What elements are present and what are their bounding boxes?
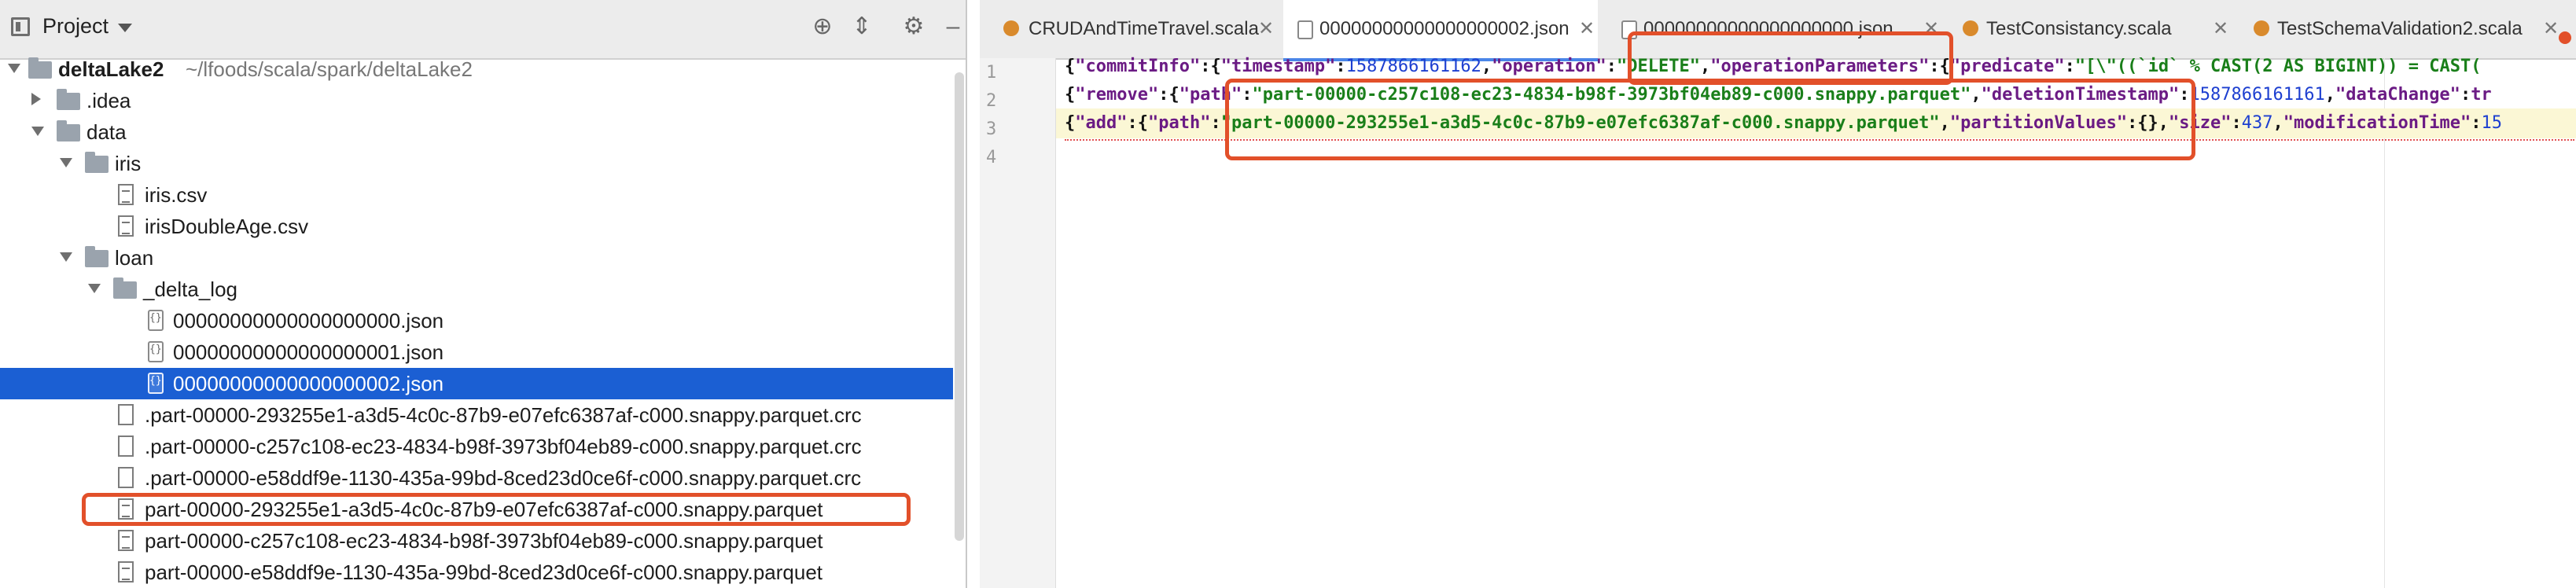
folder-icon [28, 57, 52, 79]
tree-item-label: irisDoubleAge.csv [145, 215, 309, 238]
tree-item-label: part-00000-c257c108-ec23-4834-b98f-3973b… [145, 529, 823, 553]
tree-item-crc-3[interactable]: .part-00000-e58ddf9e-1130-435a-99bd-8ced… [0, 462, 953, 494]
hide-panel-icon[interactable]: – [940, 14, 966, 39]
tree-item-label: .idea [86, 89, 131, 112]
json-file-icon [148, 341, 164, 362]
scala-file-icon [1003, 20, 1019, 36]
tree-item-label: 00000000000000000002.json [173, 372, 444, 395]
tree-item-label: part-00000-e58ddf9e-1130-435a-99bd-8ced2… [145, 560, 823, 584]
tree-item-data[interactable]: data [0, 116, 953, 148]
line-number: 1 [986, 63, 997, 83]
project-panel: Project ⊕ ⇕ ⚙ – deltaLake2 ~/lfoods/scal… [0, 0, 967, 588]
tree-item-iris-csv[interactable]: iris.csv [0, 179, 953, 211]
project-panel-title[interactable]: Project [42, 14, 109, 39]
chevron-down-icon[interactable] [88, 284, 101, 293]
tree-item-irisdoubleage-csv[interactable]: irisDoubleAge.csv [0, 211, 953, 242]
text-file-icon [118, 561, 134, 582]
tab-label: CRUDAndTimeTravel.scala [1029, 18, 1259, 39]
tree-item-label: iris.csv [145, 183, 208, 207]
collapse-all-icon[interactable]: ⇕ [849, 14, 874, 39]
file-icon [118, 435, 134, 457]
tree-item-label: data [86, 120, 127, 144]
close-icon[interactable]: ✕ [2213, 0, 2228, 58]
scala-file-icon [2254, 20, 2269, 36]
text-file-icon [118, 530, 134, 551]
locate-target-icon[interactable]: ⊕ [810, 14, 835, 39]
json-file-icon [148, 373, 164, 394]
tree-item-crc-1[interactable]: .part-00000-293255e1-a3d5-4c0c-87b9-e07e… [0, 399, 953, 431]
gear-icon[interactable]: ⚙ [901, 14, 926, 39]
tree-item-label: .part-00000-c257c108-ec23-4834-b98f-3973… [145, 435, 862, 458]
tree-item-parquet-2[interactable]: part-00000-c257c108-ec23-4834-b98f-3973b… [0, 525, 953, 557]
close-icon[interactable]: ✕ [1579, 0, 1595, 58]
warning-indicator-icon[interactable] [2559, 31, 2571, 44]
folder-icon [85, 152, 109, 173]
tree-item-json-1[interactable]: 00000000000000000001.json [0, 336, 953, 368]
tree-item-label: deltaLake2 [58, 57, 164, 81]
text-file-icon [118, 184, 134, 205]
json-file-icon [148, 310, 164, 331]
chevron-down-icon[interactable] [118, 24, 132, 32]
tree-item-idea[interactable]: .idea [0, 85, 953, 116]
close-icon[interactable]: ✕ [2543, 0, 2559, 58]
tree-item-parquet-3[interactable]: part-00000-e58ddf9e-1130-435a-99bd-8ced2… [0, 557, 953, 588]
highlight-box-add-path [1225, 79, 2195, 160]
project-scrollbar[interactable] [955, 72, 964, 541]
tree-item-loan[interactable]: loan [0, 242, 953, 274]
chevron-right-icon[interactable] [31, 93, 41, 105]
chevron-down-icon[interactable] [60, 252, 72, 262]
file-icon [118, 467, 134, 488]
tab-label: 00000000000000000002.json [1319, 18, 1570, 39]
tree-item-delta-log[interactable]: _delta_log [0, 274, 953, 305]
tab-label: TestSchemaValidation2.scala [2277, 18, 2523, 39]
tab-test-consistancy[interactable]: TestConsistancy.scala ✕ [1955, 0, 2238, 58]
line-number: 2 [986, 91, 997, 111]
close-icon[interactable]: ✕ [1258, 0, 1274, 58]
highlight-box-parquet [82, 493, 911, 526]
chevron-down-icon[interactable] [31, 127, 44, 136]
tab-label: TestConsistancy.scala [1986, 18, 2172, 39]
project-panel-header: Project ⊕ ⇕ ⚙ – [0, 0, 966, 60]
folder-icon [113, 277, 137, 299]
tree-item-iris[interactable]: iris [0, 148, 953, 179]
tree-item-deltalake2[interactable]: deltaLake2 ~/lfoods/scala/spark/deltaLak… [0, 53, 953, 85]
tab-test-schema-validation2[interactable]: TestSchemaValidation2.scala ✕ [2238, 0, 2568, 58]
folder-icon [85, 246, 109, 267]
line-number: 3 [986, 119, 997, 139]
tree-item-json-0[interactable]: 00000000000000000000.json [0, 305, 953, 336]
tree-item-json-2-selected[interactable]: 00000000000000000002.json [0, 368, 953, 399]
editor-area: CRUDAndTimeTravel.scala ✕ 00000000000000… [980, 0, 2576, 588]
line-number: 4 [986, 148, 997, 167]
tree-item-label: _delta_log [143, 277, 237, 301]
tree-item-label: iris [115, 152, 142, 175]
tree-item-path: ~/lfoods/scala/spark/deltaLake2 [186, 57, 473, 81]
line-number-gutter: 1 2 3 4 [980, 58, 1056, 588]
tab-crud-and-time-travel[interactable]: CRUDAndTimeTravel.scala ✕ [988, 0, 1279, 58]
project-view-icon [11, 17, 30, 36]
file-icon [118, 404, 134, 425]
scala-file-icon [1963, 20, 1978, 36]
chevron-down-icon[interactable] [8, 64, 20, 73]
text-file-icon [118, 215, 134, 237]
tree-item-label: 00000000000000000001.json [173, 340, 444, 364]
tree-item-label: .part-00000-293255e1-a3d5-4c0c-87b9-e07e… [145, 403, 862, 427]
chevron-down-icon[interactable] [60, 158, 72, 167]
highlight-box-delete [1628, 31, 1953, 85]
tree-item-label: .part-00000-e58ddf9e-1130-435a-99bd-8ced… [145, 466, 862, 490]
tree-item-crc-2[interactable]: .part-00000-c257c108-ec23-4834-b98f-3973… [0, 431, 953, 462]
tree-item-label: loan [115, 246, 154, 270]
tree-item-label: 00000000000000000000.json [173, 309, 444, 333]
folder-icon [57, 120, 80, 141]
json-file-icon [1297, 20, 1313, 39]
folder-icon [57, 89, 80, 110]
